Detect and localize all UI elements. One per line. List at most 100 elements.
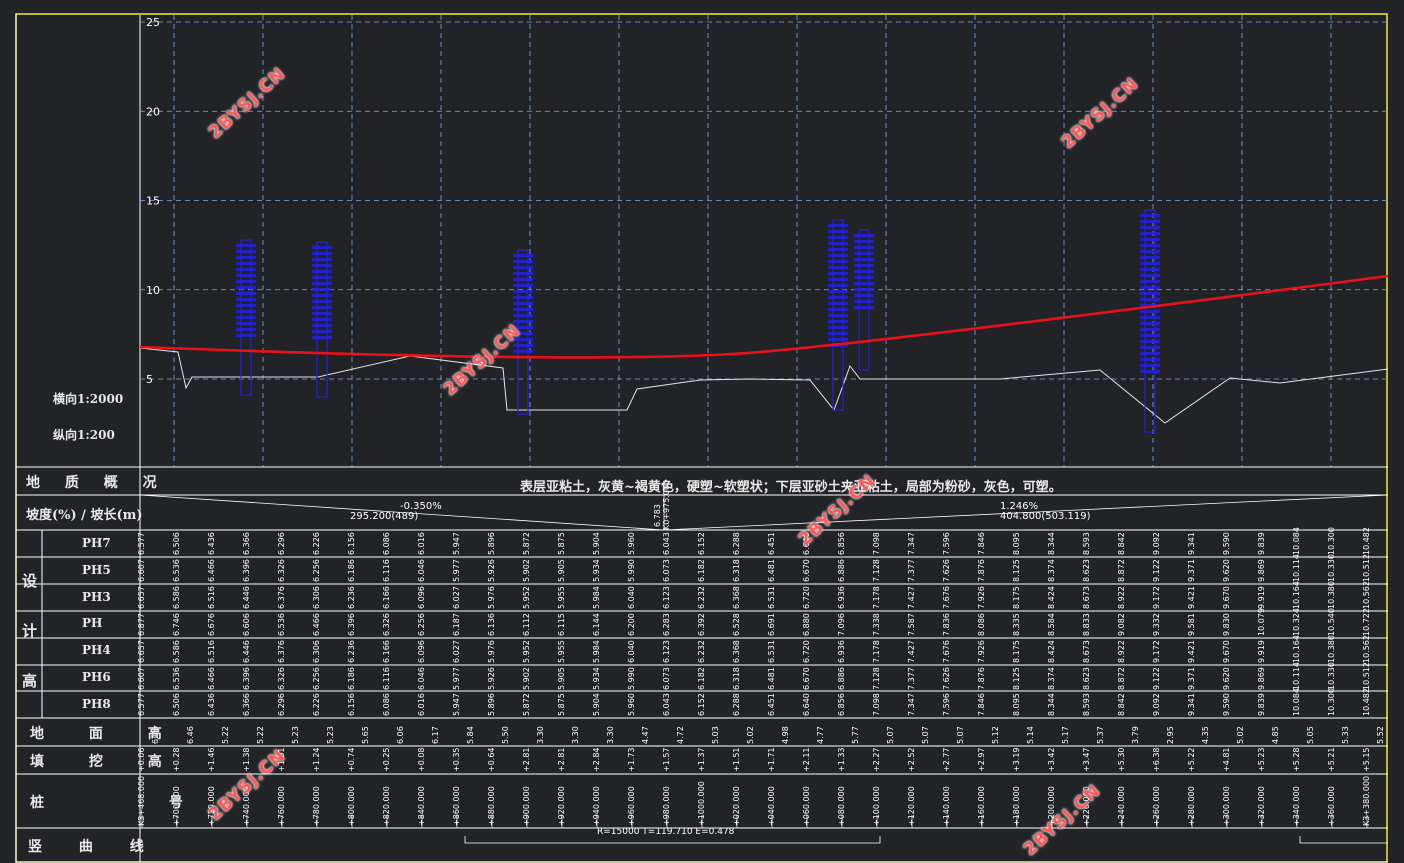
fill-cut-cell: +2.52	[907, 747, 916, 772]
borehole-label-bar	[236, 280, 256, 283]
design-elevation-cell: 6.288	[732, 693, 741, 716]
ground-elevation-cell: 5.07	[956, 726, 965, 744]
stake-cell: +820.000	[382, 786, 391, 826]
design-elevation-cell: 10.380	[1327, 635, 1336, 663]
design-elevation-cell: 6.466	[312, 613, 321, 636]
borehole-label-bar	[312, 282, 332, 285]
design-elevation-cell: 6.376	[277, 640, 286, 663]
design-elevation-cell: 6.166	[382, 640, 391, 663]
design-elevation-cell: 6.446	[242, 640, 251, 663]
design-elevation-cell: 8.673	[1082, 586, 1091, 609]
ground-elevation-cell: 5.22	[221, 726, 230, 744]
ground-elevation-cell: 5.22	[256, 726, 265, 744]
design-elevation-cell: 8.374	[1047, 559, 1056, 582]
design-elevation-cell: 8.125	[1012, 667, 1021, 690]
borehole-label-bar	[854, 300, 874, 303]
vertical-curve-bracket	[464, 836, 881, 844]
design-elevation-cell: 7.377	[907, 559, 916, 582]
borehole-label-bar	[1140, 358, 1160, 361]
borehole-label-bar	[1140, 346, 1160, 349]
design-elevation-cell: 6.586	[172, 640, 181, 663]
borehole-label-bar	[312, 324, 332, 327]
design-elevation-cell: 6.318	[732, 559, 741, 582]
design-elevation-cell: 6.577	[137, 532, 146, 555]
borehole-label-bar	[1140, 262, 1160, 265]
borehole-label-bar	[513, 266, 533, 269]
design-elevation-cell: 8.842	[1117, 532, 1126, 555]
design-elevation-cell: 6.670	[802, 667, 811, 690]
borehole-label-bar	[236, 262, 256, 265]
design-elevation-cell: 7.587	[907, 613, 916, 636]
borehole-label-bar	[513, 314, 533, 317]
borehole-label-bar	[828, 308, 848, 311]
design-elevation-cell: 6.880	[802, 613, 811, 636]
design-elevation-cell: 6.720	[802, 586, 811, 609]
design-elevation-cell: 9.839	[1257, 693, 1266, 716]
design-elevation-cell: 6.446	[242, 586, 251, 609]
ground-elevation-cell: 5.17	[1061, 726, 1070, 744]
borehole-label-bar	[828, 278, 848, 281]
design-elevation-cell: 5.896	[487, 693, 496, 716]
borehole-label-bar	[828, 326, 848, 329]
row-label-ph3: PH3	[82, 589, 111, 604]
design-elevation-cell: 6.112	[522, 613, 531, 636]
design-elevation-cell: 6.236	[347, 640, 356, 663]
borehole-label-bar	[828, 320, 848, 323]
design-elevation-cell: 5.977	[452, 559, 461, 582]
stake-cell: +940.000	[592, 786, 601, 826]
borehole-label-bar	[1140, 244, 1160, 247]
ground-elevation-cell: 4.98	[781, 726, 790, 744]
borehole-label-bar	[513, 308, 533, 311]
row-label-ph4: PH4	[82, 643, 111, 658]
fill-cut-cell: +0.74	[347, 747, 356, 772]
ground-elevation-cell: 3.30	[536, 726, 545, 744]
design-elevation-cell: 9.620	[1222, 559, 1231, 582]
vertical-curve-params: R=15000 T=119.710 E=0.478	[597, 827, 735, 837]
borehole-label-bar	[1140, 334, 1160, 337]
borehole-label-bar	[513, 344, 533, 347]
borehole-label-bar	[1140, 298, 1160, 301]
borehole-label-bar	[312, 312, 332, 315]
fill-cut-cell: +5.28	[1292, 747, 1301, 772]
stake-cell: +060.000	[802, 786, 811, 826]
borehole-label-bar	[312, 330, 332, 333]
borehole-label-bar	[828, 272, 848, 275]
fill-cut-cell: +5.21	[1327, 747, 1336, 772]
design-elevation-cell: 6.746	[172, 613, 181, 636]
design-elevation-cell: 5.984	[592, 586, 601, 609]
borehole-label-bar	[236, 310, 256, 313]
design-elevation-cell: 6.516	[207, 586, 216, 609]
ground-elevation-cell: 5.52	[1376, 726, 1385, 744]
borehole-label-bar	[1140, 274, 1160, 277]
design-elevation-cell: 6.136	[487, 613, 496, 636]
design-elevation-cell: 5.896	[487, 532, 496, 555]
design-elevation-cell: 6.046	[417, 667, 426, 690]
stake-cell: +320.000	[1257, 786, 1266, 826]
design-elevation-cell: 6.506	[172, 532, 181, 555]
fill-cut-cell: +5.23	[1257, 747, 1266, 772]
borehole-label-bar	[828, 296, 848, 299]
design-elevation-cell: 6.451	[767, 693, 776, 716]
fill-cut-cell: +1.46	[207, 747, 216, 772]
design-elevation-cell: 7.098	[872, 693, 881, 716]
fill-cut-cell: +5.22	[1187, 747, 1196, 772]
borehole-label-bar	[1140, 352, 1160, 355]
design-elevation-cell: 6.096	[417, 586, 426, 609]
design-elevation-cell: 9.341	[1187, 693, 1196, 716]
design-elevation-cell: 6.396	[242, 559, 251, 582]
design-elevation-cell: 6.318	[732, 667, 741, 690]
design-elevation-cell: 10.300	[1327, 688, 1336, 716]
ground-elevation-cell: 4.35	[1201, 726, 1210, 744]
design-elevation-cell: 6.096	[417, 640, 426, 663]
row-label-ground: 地 面 高	[30, 726, 182, 742]
borehole-label-bar	[236, 304, 256, 307]
design-elevation-cell: 6.326	[382, 613, 391, 636]
vertical-scale-label: 纵向1:200	[53, 428, 115, 442]
borehole-label-bar	[828, 332, 848, 335]
design-elevation-cell: 9.092	[1152, 693, 1161, 716]
ground-elevation-cell: 5.23	[291, 726, 300, 744]
borehole-label-bar	[312, 246, 332, 249]
borehole-label-bar	[236, 256, 256, 259]
design-elevation-cell: 9.371	[1187, 667, 1196, 690]
design-elevation-cell: 8.584	[1047, 613, 1056, 636]
